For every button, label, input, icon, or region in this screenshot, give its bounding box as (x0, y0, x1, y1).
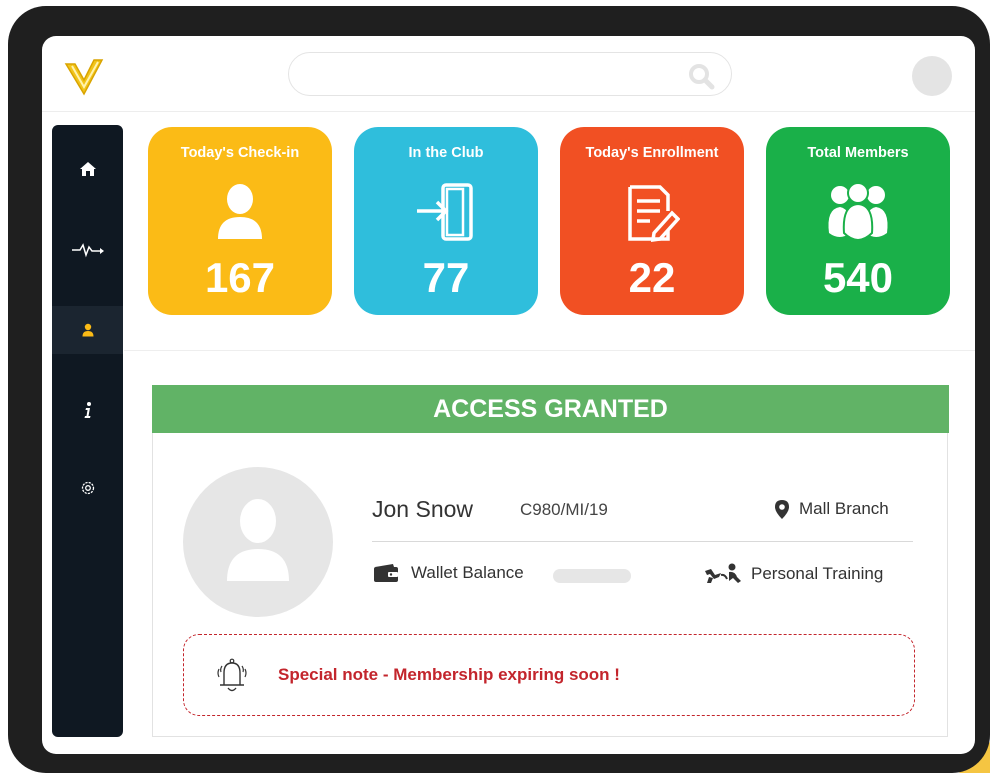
person-icon (218, 184, 262, 239)
special-note-text: Special note - Membership expiring soon … (278, 665, 620, 684)
group-icon (828, 183, 888, 241)
sidebar-item-settings[interactable] (52, 464, 123, 512)
location-pin-icon (775, 499, 789, 519)
stat-value: 540 (822, 254, 894, 301)
access-panel: ACCESS GRANTED Jon Snow C980/MI/19 Mall … (152, 385, 949, 737)
search-icon[interactable] (687, 62, 715, 90)
tablet-frame: Today's Check-in 167 In the Club 77 Toda… (8, 6, 990, 773)
stat-title: Today's Check-in (180, 145, 300, 161)
member-id: C980/MI/19 (520, 500, 608, 519)
stat-card-enrollment[interactable]: Today's Enrollment 22 (560, 127, 744, 315)
sidebar-item-home[interactable] (52, 145, 123, 193)
stat-card-total-members[interactable]: Total Members 540 (766, 127, 950, 315)
membership-plan: Personal Training (703, 563, 883, 585)
home-icon (79, 162, 96, 176)
section-divider (124, 350, 975, 351)
stat-value: 77 (422, 254, 470, 301)
member-branch: Mall Branch (775, 499, 889, 519)
stat-card-in-club[interactable]: In the Club 77 (354, 127, 538, 315)
screen: Today's Check-in 167 In the Club 77 Toda… (42, 36, 975, 754)
sidebar (52, 125, 123, 737)
form-edit-icon (628, 185, 680, 243)
member-name: Jon Snow (372, 496, 474, 522)
bell-alert-icon (217, 658, 247, 692)
app-logo[interactable] (62, 54, 106, 98)
sidebar-item-info[interactable] (52, 386, 123, 434)
info-divider (372, 541, 913, 542)
sidebar-item-members[interactable] (52, 306, 123, 354)
access-status-banner: ACCESS GRANTED (152, 385, 949, 433)
top-bar (42, 36, 975, 112)
wallet-balance: Wallet Balance (373, 563, 524, 583)
avatar-placeholder-icon (227, 499, 289, 581)
info-icon (84, 402, 91, 418)
wallet-icon (374, 564, 398, 582)
personal-training-icon (705, 563, 741, 583)
gear-icon (81, 481, 94, 495)
branch-label: Mall Branch (799, 499, 889, 518)
stat-title: In the Club (408, 145, 484, 161)
stat-value: 22 (628, 254, 676, 301)
pulse-icon (71, 243, 104, 258)
plan-label: Personal Training (751, 564, 884, 583)
stat-title: Total Members (807, 145, 909, 161)
special-note: Special note - Membership expiring soon … (183, 634, 915, 716)
door-enter-icon (417, 183, 473, 241)
stat-card-checkin[interactable]: Today's Check-in 167 (148, 127, 332, 315)
wallet-label: Wallet Balance (411, 563, 524, 582)
wallet-balance-value (553, 569, 631, 583)
sidebar-item-activity[interactable] (52, 226, 123, 274)
user-icon (82, 323, 93, 337)
member-photo (183, 467, 333, 617)
search-input[interactable] (288, 52, 732, 96)
stat-value: 167 (204, 254, 276, 301)
profile-avatar[interactable] (912, 56, 952, 96)
stat-title: Today's Enrollment (585, 145, 719, 161)
